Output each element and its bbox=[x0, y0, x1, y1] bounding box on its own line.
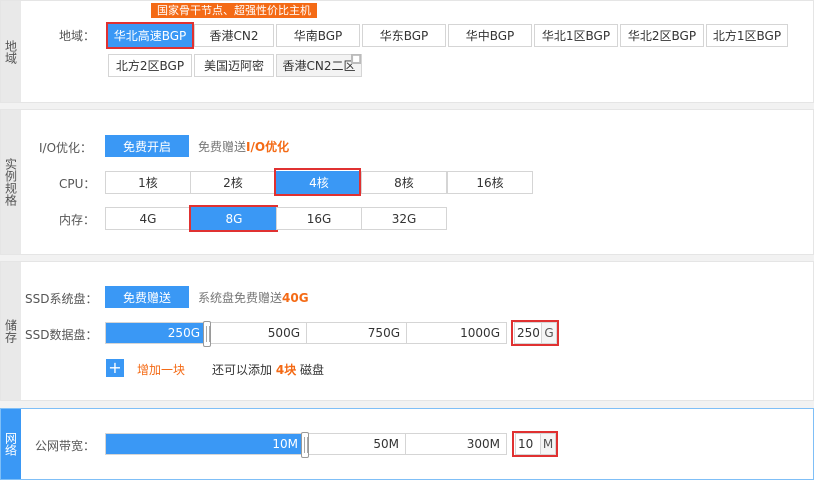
mem-option-4g[interactable]: 4G bbox=[105, 207, 191, 230]
instance-section: 实例规格 I/O优化： 免费开启 免费赠送I/O优化 CPU： 1核 2核 4核… bbox=[0, 109, 814, 255]
ssd-data-size-box: G bbox=[514, 322, 557, 344]
io-note-prefix: 免费赠送 bbox=[198, 140, 247, 154]
ssd-system-note: 系统盘免费赠送40G bbox=[198, 289, 309, 306]
region-option-huadong-bgp[interactable]: 华东BGP bbox=[362, 24, 446, 47]
region-section: 地域 地域： 国家骨干节点、超强性价比主机 华北高速BGP 香港CN2 华南BG… bbox=[0, 0, 814, 103]
mem-option-32g[interactable]: 32G bbox=[361, 207, 447, 230]
network-section: 网络 公网带宽： 10M 50M 300M M bbox=[0, 408, 814, 480]
io-enable-button[interactable]: 免费开启 bbox=[105, 135, 189, 157]
ssd-data-label: SSD数据盘： bbox=[25, 328, 98, 342]
ssd-data-tick-1000: 1000G bbox=[460, 326, 500, 340]
add-disk-note-prefix: 还可以添加 bbox=[212, 363, 273, 377]
ssd-data-slider[interactable]: 250G 500G 750G 1000G bbox=[105, 321, 507, 347]
cpu-option-16[interactable]: 16核 bbox=[447, 171, 533, 194]
bandwidth-tick-10m: 10M bbox=[106, 434, 305, 454]
add-disk-note-suffix: 磁盘 bbox=[300, 363, 325, 377]
instance-side-label: 实例规格 bbox=[1, 110, 21, 254]
ssd-data-unit: G bbox=[541, 323, 556, 343]
cpu-label: CPU： bbox=[59, 177, 96, 191]
bandwidth-slider-handle[interactable] bbox=[301, 432, 309, 458]
ssd-data-tick-500: 500G bbox=[207, 323, 307, 343]
cpu-option-8[interactable]: 8核 bbox=[361, 171, 447, 194]
bandwidth-unit: M bbox=[540, 434, 555, 454]
add-disk-note-count: 4块 bbox=[275, 363, 297, 377]
ssd-system-free-button[interactable]: 免费赠送 bbox=[105, 286, 189, 308]
corner-tag-icon: ■ bbox=[351, 54, 361, 64]
add-disk-link[interactable]: 增加一块 bbox=[137, 361, 185, 378]
ssd-data-slider-handle[interactable] bbox=[203, 321, 211, 347]
region-side-label: 地域 bbox=[1, 1, 21, 102]
bandwidth-tick-50m: 50M bbox=[305, 434, 406, 454]
cpu-option-1[interactable]: 1核 bbox=[105, 171, 191, 194]
io-label: I/O优化： bbox=[39, 141, 93, 155]
region-option-huabei-bgp[interactable]: 华北高速BGP bbox=[108, 24, 192, 47]
network-side-label: 网络 bbox=[1, 409, 21, 479]
ssd-data-size-input[interactable] bbox=[515, 323, 541, 343]
add-disk-note: 还可以添加 4块 磁盘 bbox=[212, 361, 324, 378]
ssd-data-tick-250: 250G bbox=[106, 323, 207, 343]
storage-side-label: 储存 bbox=[1, 262, 21, 400]
ssd-data-tick-750: 750G bbox=[307, 323, 407, 343]
region-option-hk-cn2-zone2[interactable]: 香港CN2二区 bbox=[276, 54, 362, 77]
region-option-beifang2-bgp[interactable]: 北方2区BGP bbox=[108, 54, 192, 77]
io-note: 免费赠送I/O优化 bbox=[198, 138, 289, 155]
io-note-highlight: I/O优化 bbox=[246, 140, 290, 154]
mem-option-8g[interactable]: 8G bbox=[191, 207, 277, 230]
region-option-huazhong-bgp[interactable]: 华中BGP bbox=[448, 24, 532, 47]
mem-option-16g[interactable]: 16G bbox=[276, 207, 362, 230]
add-disk-plus-icon[interactable]: + bbox=[106, 359, 124, 377]
ssd-system-note-prefix: 系统盘免费赠送 bbox=[198, 291, 283, 305]
region-option-hk-cn2[interactable]: 香港CN2 bbox=[194, 24, 274, 47]
region-option-us-miami[interactable]: 美国迈阿密 bbox=[194, 54, 274, 77]
ssd-system-label: SSD系统盘： bbox=[25, 292, 98, 306]
ssd-system-note-highlight: 40G bbox=[282, 291, 309, 305]
bandwidth-label: 公网带宽： bbox=[35, 439, 96, 453]
cpu-option-4[interactable]: 4核 bbox=[276, 171, 362, 194]
bandwidth-value-box: M bbox=[515, 433, 556, 455]
mem-label: 内存： bbox=[59, 213, 96, 227]
bandwidth-slider[interactable]: 10M 50M 300M bbox=[105, 432, 507, 458]
region-option-huabei1-bgp[interactable]: 华北1区BGP bbox=[534, 24, 618, 47]
region-promo-badge: 国家骨干节点、超强性价比主机 bbox=[151, 3, 317, 18]
cpu-option-2[interactable]: 2核 bbox=[190, 171, 276, 194]
region-label: 地域： bbox=[59, 29, 96, 43]
region-option-beifang1-bgp[interactable]: 北方1区BGP bbox=[706, 24, 788, 47]
bandwidth-tick-300m: 300M bbox=[466, 437, 500, 451]
region-option-huabei2-bgp[interactable]: 华北2区BGP bbox=[620, 24, 704, 47]
bandwidth-value-input[interactable] bbox=[516, 434, 540, 454]
storage-section: 储存 SSD系统盘： 免费赠送 系统盘免费赠送40G SSD数据盘： 250G … bbox=[0, 261, 814, 401]
region-option-huanan-bgp[interactable]: 华南BGP bbox=[276, 24, 360, 47]
